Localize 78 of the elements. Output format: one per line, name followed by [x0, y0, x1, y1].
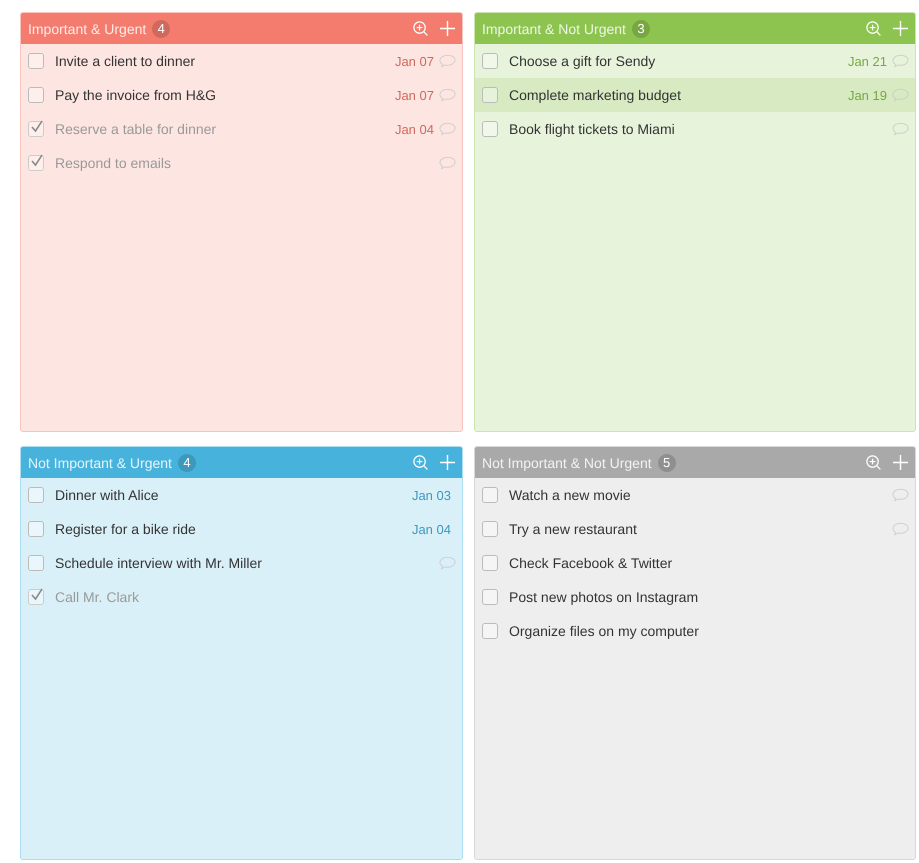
checkbox[interactable]: [28, 155, 44, 171]
task-text: Organize files on my computer: [509, 623, 699, 639]
task-text: Check Facebook & Twitter: [509, 555, 672, 571]
task-row[interactable]: Schedule interview with Mr. Miller: [21, 546, 462, 580]
add-icon[interactable]: [892, 454, 909, 471]
due-date: Jan 04: [394, 122, 434, 136]
quadrant-title: Important & Urgent: [28, 20, 146, 36]
due-date: Jan 03: [412, 488, 451, 502]
task-row[interactable]: Watch a new movie: [475, 478, 915, 512]
comment-icon[interactable]: [439, 122, 456, 136]
comment-icon[interactable]: [892, 488, 909, 502]
checkbox[interactable]: [482, 623, 498, 639]
quadrant-title: Not Important & Not Urgent: [482, 454, 652, 470]
task-row[interactable]: Try a new restaurant: [475, 512, 915, 546]
task-row[interactable]: Check Facebook & Twitter: [475, 546, 915, 580]
task-text: Respond to emails: [55, 155, 171, 171]
checkbox[interactable]: [28, 589, 44, 605]
task-text: Call Mr. Clark: [55, 589, 140, 605]
task-row[interactable]: Dinner with Alice Jan 03: [21, 478, 462, 512]
task-row[interactable]: Invite a client to dinner Jan 07: [21, 44, 462, 78]
task-row[interactable]: Choose a gift for Sendy Jan 21: [475, 44, 915, 78]
checkbox[interactable]: [482, 555, 498, 571]
comment-icon[interactable]: [439, 156, 456, 170]
comment-icon[interactable]: [439, 54, 456, 68]
checkbox[interactable]: [28, 53, 44, 69]
quadrant-title: Not Important & Urgent: [28, 454, 172, 470]
add-icon[interactable]: [439, 20, 456, 37]
comment-icon[interactable]: [439, 556, 456, 570]
checkbox[interactable]: [28, 521, 44, 537]
task-text: Try a new restaurant: [509, 521, 637, 537]
task-text: Book flight tickets to Miami: [509, 121, 675, 137]
comment-icon[interactable]: [892, 122, 909, 136]
checkbox[interactable]: [482, 487, 498, 503]
checkbox[interactable]: [482, 53, 498, 69]
checkbox[interactable]: [28, 87, 44, 103]
add-icon[interactable]: [439, 454, 456, 471]
due-date: Jan 19: [848, 88, 887, 102]
comment-icon[interactable]: [892, 88, 909, 102]
zoom-in-icon[interactable]: [412, 454, 429, 471]
due-date: Jan 21: [848, 54, 887, 68]
count-badge: 4: [178, 454, 196, 472]
checkbox[interactable]: [482, 521, 498, 537]
checkbox[interactable]: [28, 555, 44, 571]
checkbox[interactable]: [482, 589, 498, 605]
task-text: Choose a gift for Sendy: [509, 53, 656, 69]
count-badge: 3: [632, 20, 650, 38]
task-text: Register for a bike ride: [55, 521, 196, 537]
task-text: Dinner with Alice: [55, 487, 158, 503]
checkbox[interactable]: [482, 121, 498, 137]
due-date: Jan 04: [412, 522, 451, 536]
task-row[interactable]: Organize files on my computer: [475, 614, 915, 648]
task-text: Invite a client to dinner: [55, 53, 196, 69]
comment-icon[interactable]: [439, 88, 456, 102]
add-icon[interactable]: [892, 20, 909, 37]
task-row[interactable]: Complete marketing budget Jan 19: [475, 78, 915, 112]
checkbox[interactable]: [28, 487, 44, 503]
task-text: Complete marketing budget: [509, 87, 681, 103]
zoom-in-icon[interactable]: [865, 454, 882, 471]
comment-icon[interactable]: [892, 54, 909, 68]
task-row[interactable]: Post new photos on Instagram: [475, 580, 915, 614]
count-badge: 4: [152, 20, 170, 38]
task-text: Watch a new movie: [509, 487, 631, 503]
task-text: Pay the invoice from H&G: [55, 87, 216, 103]
task-row[interactable]: Book flight tickets to Miami: [475, 112, 915, 146]
comment-icon[interactable]: [892, 522, 909, 536]
zoom-in-icon[interactable]: [865, 20, 882, 37]
task-text: Post new photos on Instagram: [509, 589, 698, 605]
task-row[interactable]: Register for a bike ride Jan 04: [21, 512, 462, 546]
checkbox[interactable]: [28, 121, 44, 137]
due-date: Jan 07: [394, 54, 434, 68]
task-row[interactable]: Pay the invoice from H&G Jan 07: [21, 78, 462, 112]
due-date: Jan 07: [394, 88, 434, 102]
task-text: Schedule interview with Mr. Miller: [55, 555, 262, 571]
task-text: Reserve a table for dinner: [55, 121, 216, 137]
zoom-in-icon[interactable]: [412, 20, 429, 37]
quadrant-title: Important & Not Urgent: [482, 20, 626, 36]
count-badge: 5: [658, 454, 676, 472]
checkbox[interactable]: [482, 87, 498, 103]
